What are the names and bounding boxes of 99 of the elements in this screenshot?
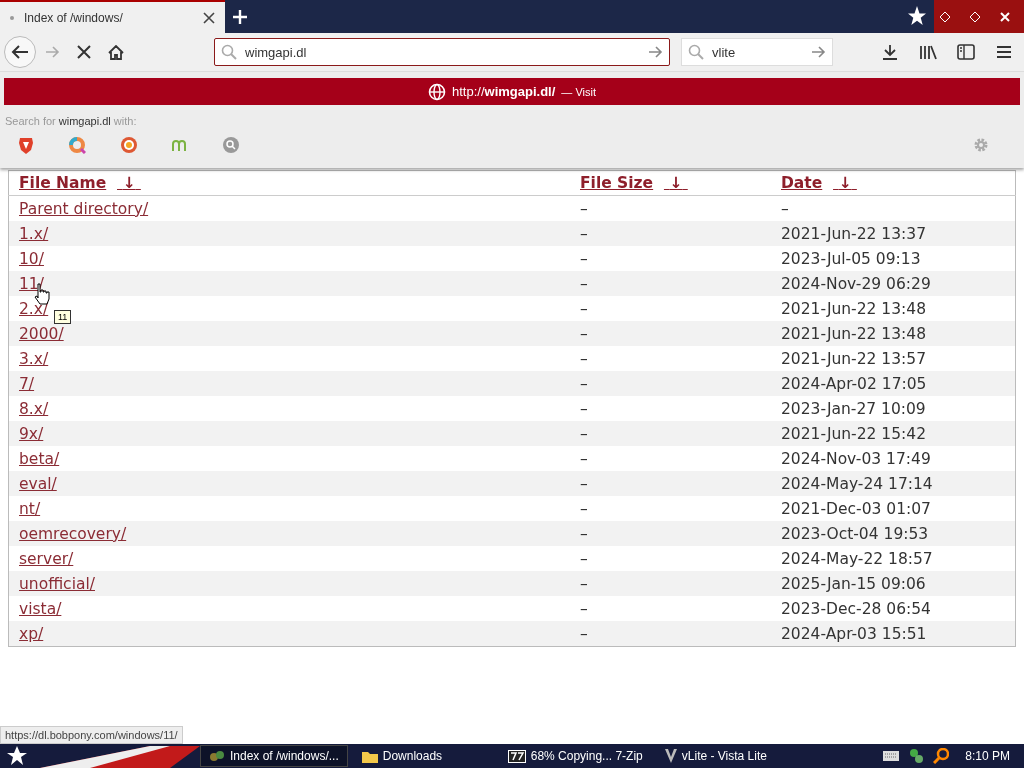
file-size: – bbox=[580, 374, 588, 393]
folder-link[interactable]: Parent directory/ bbox=[19, 199, 149, 218]
folder-link[interactable]: 10/ bbox=[19, 249, 44, 268]
modified-date: 2024-Apr-03 15:51 bbox=[781, 624, 927, 643]
file-size: – bbox=[580, 324, 588, 343]
minimize-icon[interactable] bbox=[940, 11, 950, 22]
sort-arrow[interactable]: ↓ bbox=[663, 174, 688, 192]
library-icon bbox=[919, 44, 937, 60]
browser-tab[interactable]: Index of /windows/ bbox=[0, 0, 225, 33]
star-icon bbox=[908, 5, 926, 28]
zip-archive-icon[interactable] bbox=[507, 749, 526, 763]
file-size: – bbox=[580, 299, 588, 318]
taskbar-button[interactable]: vLite - Vista Lite bbox=[656, 745, 797, 767]
modified-date: 2021-Jun-22 13:48 bbox=[781, 324, 927, 343]
plus-icon bbox=[232, 8, 248, 25]
file-size: – bbox=[580, 199, 588, 218]
file-size: – bbox=[580, 524, 588, 543]
file-size: – bbox=[580, 624, 588, 643]
folder-link[interactable]: 3.x/ bbox=[19, 349, 49, 368]
modified-date: 2021-Jun-22 13:37 bbox=[781, 224, 927, 243]
modified-date: 2024-Nov-29 06:29 bbox=[781, 274, 931, 293]
modified-date: 2021-Jun-22 13:57 bbox=[781, 349, 927, 368]
modified-date: 2021-Dec-03 01:07 bbox=[781, 499, 931, 518]
modified-date: 2023-Jan-27 10:09 bbox=[781, 399, 926, 418]
folder-link[interactable]: 9x/ bbox=[19, 424, 44, 443]
modified-date: 2023-Oct-04 19:53 bbox=[781, 524, 929, 543]
keyboard-icon[interactable] bbox=[883, 751, 900, 761]
status-url: https://dl.bobpony.com/windows/11/ bbox=[0, 726, 183, 744]
file-size: – bbox=[580, 249, 588, 268]
file-size: – bbox=[580, 549, 588, 568]
modified-date: 2023-Dec-28 06:54 bbox=[781, 599, 931, 618]
back-button[interactable] bbox=[4, 36, 36, 68]
go-arrow-icon[interactable] bbox=[810, 44, 826, 60]
magnifier-icon[interactable] bbox=[933, 748, 950, 764]
file-size: – bbox=[580, 499, 588, 518]
folder-link[interactable]: 2000/ bbox=[19, 324, 64, 343]
folder-link[interactable]: beta/ bbox=[19, 449, 60, 468]
modified-date: 2024-Nov-03 17:49 bbox=[781, 449, 931, 468]
maximize-icon[interactable] bbox=[970, 11, 980, 22]
search-with-label: Search for wimgapi.dl with: bbox=[5, 115, 138, 127]
ring-icon[interactable] bbox=[68, 136, 86, 154]
folder-icon[interactable] bbox=[361, 749, 378, 763]
taskbar-button[interactable]: 68% Copying... 7-Zip bbox=[499, 745, 651, 767]
file-size: – bbox=[580, 574, 588, 593]
search-icon bbox=[688, 44, 704, 60]
folder-link[interactable]: nt/ bbox=[19, 499, 41, 518]
sort-arrow[interactable]: ↓ bbox=[117, 174, 141, 192]
close-icon[interactable] bbox=[203, 11, 215, 24]
taskbar-button[interactable]: Index of /windows/... bbox=[200, 745, 348, 767]
folder-link[interactable]: server/ bbox=[19, 549, 74, 568]
modified-date: 2024-Apr-02 17:05 bbox=[781, 374, 927, 393]
column-header[interactable]: File Size bbox=[580, 174, 654, 192]
forward-arrow-icon bbox=[44, 44, 60, 60]
address-field[interactable]: wimgapi.dl bbox=[214, 38, 670, 66]
sort-arrow[interactable]: ↓ bbox=[833, 174, 857, 192]
search-icon[interactable] bbox=[222, 136, 240, 154]
v-letter-icon[interactable] bbox=[664, 749, 677, 763]
folder-link[interactable]: unofficial/ bbox=[19, 574, 95, 593]
modified-date: 2021-Jun-22 15:42 bbox=[781, 424, 927, 443]
column-header[interactable]: Date bbox=[781, 174, 823, 192]
shield-icon[interactable] bbox=[18, 136, 34, 154]
modified-date: 2024-May-22 18:57 bbox=[781, 549, 933, 568]
modified-date: 2024-May-24 17:14 bbox=[781, 474, 933, 493]
modified-date: – bbox=[781, 199, 789, 218]
file-size: – bbox=[580, 424, 588, 443]
file-size: – bbox=[580, 599, 588, 618]
file-size: – bbox=[580, 449, 588, 468]
modified-date: 2023-Jul-05 09:13 bbox=[781, 249, 921, 268]
search-icon bbox=[221, 44, 237, 60]
globe-icon bbox=[428, 82, 446, 101]
close-icon bbox=[77, 45, 91, 59]
file-size: – bbox=[580, 224, 588, 243]
file-size: – bbox=[580, 399, 588, 418]
go-arrow-icon[interactable] bbox=[647, 44, 663, 60]
sidebar-icon bbox=[957, 44, 975, 60]
modified-date: 2025-Jan-15 09:06 bbox=[781, 574, 926, 593]
folder-link[interactable]: eval/ bbox=[19, 474, 57, 493]
folder-link[interactable]: 2.x/ bbox=[19, 299, 49, 318]
clock: 8:10 PM bbox=[965, 749, 1010, 763]
folder-link[interactable]: 7/ bbox=[19, 374, 35, 393]
menu-icon bbox=[996, 45, 1012, 59]
download-icon bbox=[882, 44, 898, 60]
folder-link[interactable]: xp/ bbox=[19, 624, 44, 643]
modified-date: 2021-Jun-22 13:48 bbox=[781, 299, 927, 318]
home-icon bbox=[108, 44, 124, 60]
taskbar-button[interactable]: Downloads bbox=[353, 745, 494, 767]
folder-link[interactable]: oemrecovery/ bbox=[19, 524, 127, 543]
file-size: – bbox=[580, 349, 588, 368]
file-size: – bbox=[580, 474, 588, 493]
folder-link[interactable]: 8.x/ bbox=[19, 399, 49, 418]
file-size: – bbox=[580, 274, 588, 293]
visit-suggestion[interactable]: http://wimgapi.dl/ — Visit bbox=[4, 78, 1020, 105]
tooltip: 11 bbox=[54, 310, 72, 324]
folder-link[interactable]: vista/ bbox=[19, 599, 62, 618]
search-field[interactable]: vlite bbox=[681, 38, 833, 66]
folder-link[interactable]: 1.x/ bbox=[19, 224, 49, 243]
back-arrow-icon bbox=[11, 44, 29, 60]
folder-link[interactable]: 11/ bbox=[19, 274, 44, 293]
column-header[interactable]: File Name bbox=[19, 174, 107, 192]
